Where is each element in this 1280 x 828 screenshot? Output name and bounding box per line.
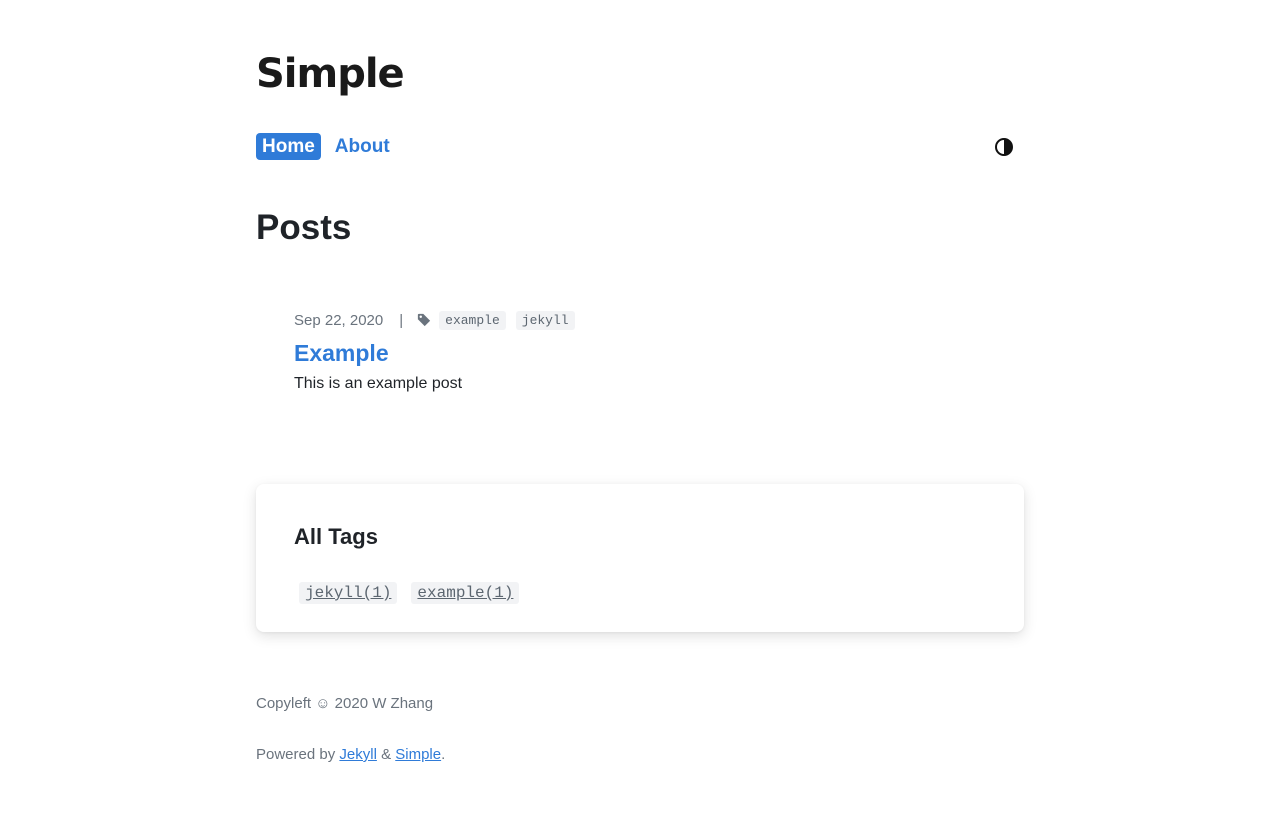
ampersand: & xyxy=(376,746,396,763)
period: . xyxy=(441,746,446,763)
post-meta: Sep 22, 2020 | example jekyll xyxy=(294,308,994,332)
nav-item-home[interactable]: Home xyxy=(256,133,321,160)
contrast-icon[interactable] xyxy=(994,137,1014,157)
copyleft-text: Copyleft ☺ 2020 W Zhang xyxy=(256,695,434,712)
post-excerpt: This is an example post xyxy=(294,375,463,392)
jekyll-link[interactable]: Jekyll xyxy=(339,746,377,763)
site-logo[interactable]: Simple xyxy=(256,52,405,96)
post-title-link[interactable]: Example xyxy=(294,339,994,367)
tag-link-jekyll[interactable]: jekyll(1) xyxy=(299,582,398,604)
all-tags-list: jekyll(1) example(1) xyxy=(299,582,520,604)
tag-link-example[interactable]: example(1) xyxy=(411,582,520,604)
main-nav: Home About xyxy=(256,133,396,160)
nav-item-about[interactable]: About xyxy=(329,133,396,160)
powered-by-prefix: Powered by xyxy=(256,746,340,763)
tag-icon xyxy=(418,313,431,327)
post-tag-example[interactable]: example xyxy=(439,310,506,330)
post-date: Sep 22, 2020 xyxy=(294,311,384,329)
post-item: Sep 22, 2020 | example jekyll Example Th… xyxy=(294,308,994,394)
all-tags-heading: All Tags xyxy=(294,524,378,549)
post-tag-jekyll[interactable]: jekyll xyxy=(515,310,575,330)
site-footer: Copyleft ☺ 2020 W Zhang Powered by Jekyl… xyxy=(256,694,445,765)
page-title: Posts xyxy=(256,208,352,247)
meta-separator: | xyxy=(399,311,404,329)
all-tags-card: All Tags jekyll(1) example(1) xyxy=(256,484,1024,632)
simple-link[interactable]: Simple xyxy=(395,746,441,763)
powered-by-line: Powered by Jekyll & Simple. xyxy=(256,745,445,765)
